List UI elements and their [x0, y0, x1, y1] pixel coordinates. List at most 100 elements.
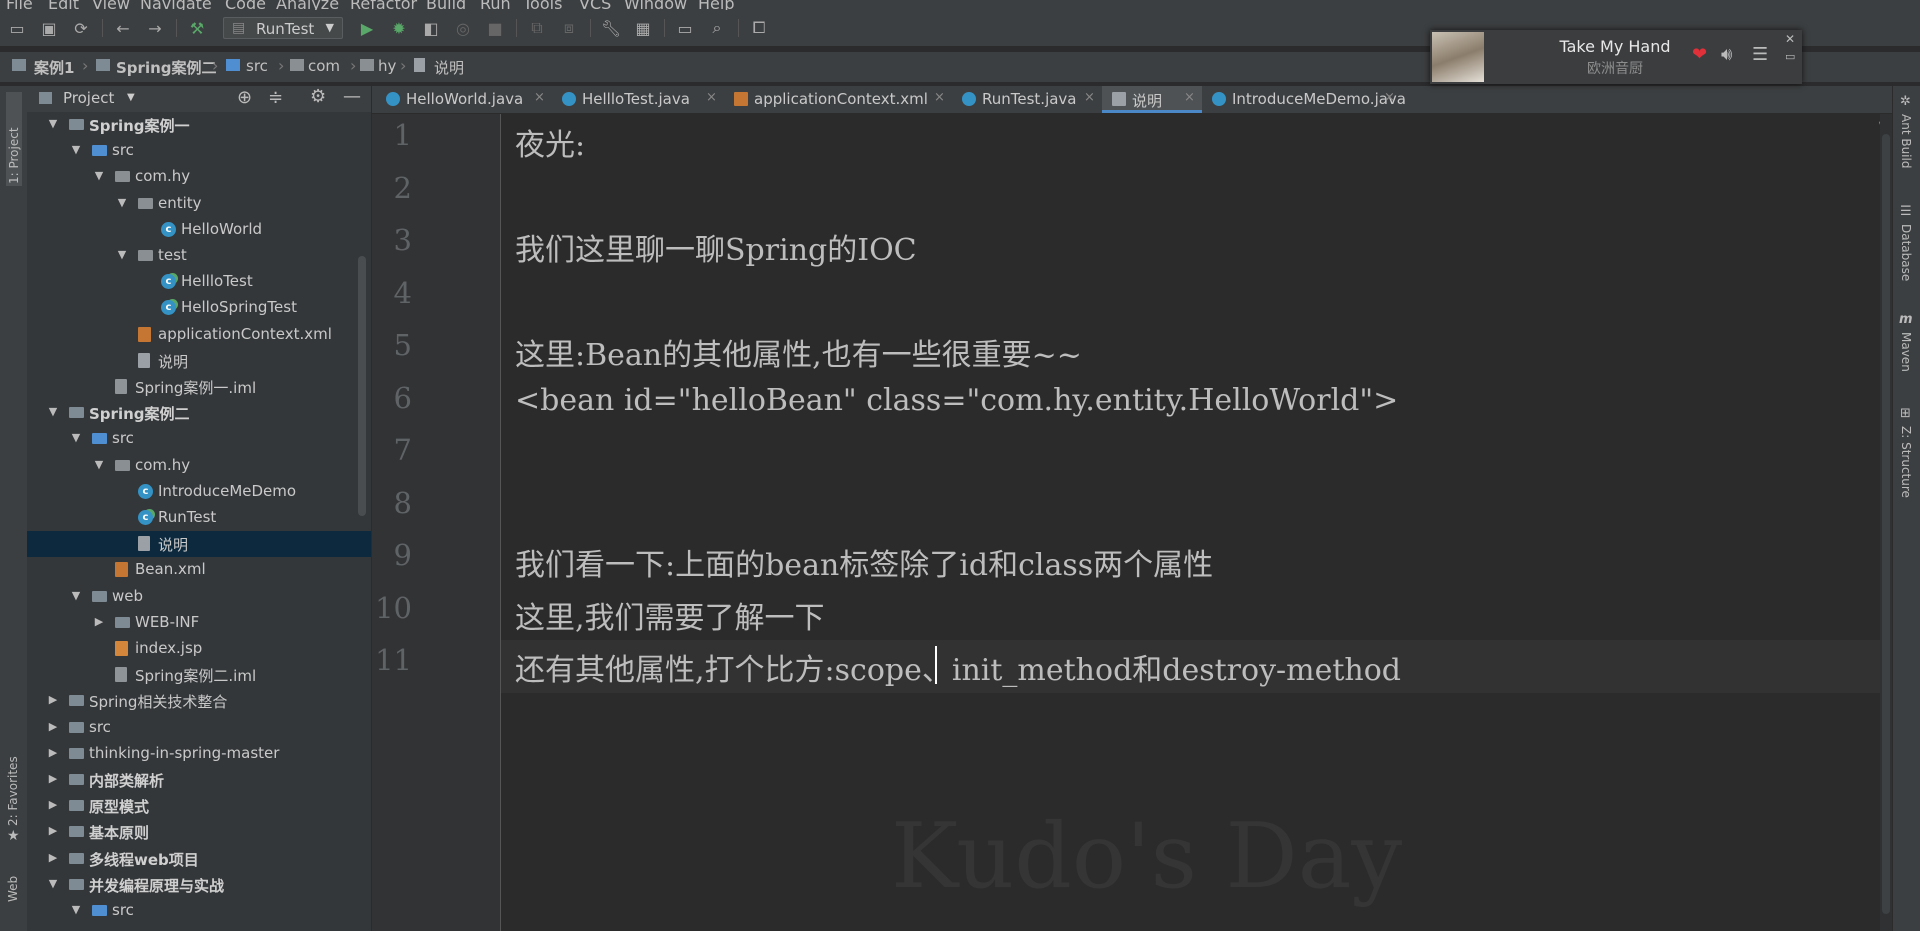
- tree-item[interactable]: Spring案例二.iml: [27, 662, 371, 688]
- tree-item[interactable]: ▼ Spring案例二: [27, 400, 371, 426]
- expand-arrow-closed-icon[interactable]: ▶: [47, 720, 59, 733]
- sync-icon[interactable]: ⟳: [70, 17, 92, 39]
- expand-arrow-closed-icon[interactable]: ▶: [47, 693, 59, 706]
- expand-arrow-open-icon[interactable]: ▼: [93, 169, 105, 182]
- expand-arrow-open-icon[interactable]: ▼: [116, 196, 128, 209]
- collapse-all-icon[interactable]: ≑: [268, 87, 283, 108]
- menu-item-vcs[interactable]: VCS: [579, 0, 611, 10]
- tree-item[interactable]: ▼ com.hy: [27, 164, 371, 190]
- expand-arrow-closed-icon[interactable]: ▶: [47, 851, 59, 864]
- tree-item[interactable]: ▼ src: [27, 898, 371, 924]
- tree-item[interactable]: c HellloTest: [27, 269, 371, 295]
- tree-item[interactable]: c RunTest: [27, 505, 371, 531]
- project-panel-scrollbar[interactable]: [358, 256, 366, 516]
- close-tab-icon[interactable]: ×: [934, 90, 945, 105]
- close-tab-icon[interactable]: ×: [1084, 90, 1095, 105]
- tab-class[interactable]: HelloWorld.java ×: [376, 86, 552, 113]
- tree-item[interactable]: ▶ src: [27, 715, 371, 741]
- tree-item[interactable]: c HelloWorld: [27, 217, 371, 243]
- breadcrumb-item[interactable]: src: [246, 57, 268, 75]
- chevron-down-icon[interactable]: ▼: [127, 92, 135, 103]
- tab-database[interactable]: Database: [1899, 224, 1913, 281]
- volume-icon[interactable]: 🔊︎: [1721, 44, 1732, 65]
- tree-item[interactable]: c IntroduceMeDemo: [27, 479, 371, 505]
- expand-arrow-closed-icon[interactable]: ▶: [47, 772, 59, 785]
- tree-item[interactable]: 说明: [27, 348, 371, 374]
- tree-item[interactable]: ▼ web: [27, 584, 371, 610]
- sdk-manager-icon[interactable]: ⧠: [748, 17, 770, 39]
- menu-item-build[interactable]: Build: [426, 0, 466, 10]
- menu-item-file[interactable]: File: [6, 0, 33, 10]
- stop-icon[interactable]: ■: [484, 17, 506, 39]
- expand-arrow-open-icon[interactable]: ▼: [116, 248, 128, 261]
- expand-arrow-open-icon[interactable]: ▼: [93, 458, 105, 471]
- expand-arrow-closed-icon[interactable]: ▶: [93, 615, 105, 628]
- open-folder-icon[interactable]: ▭: [6, 17, 28, 39]
- tab-favorites-tool[interactable]: 2: Favorites: [6, 746, 20, 826]
- tree-item[interactable]: ▼ Spring案例一: [27, 112, 371, 138]
- locate-target-icon[interactable]: ⊕: [237, 87, 252, 108]
- expand-arrow-open-icon[interactable]: ▼: [70, 903, 82, 916]
- menu-item-help[interactable]: Help: [698, 0, 734, 10]
- debug-icon[interactable]: ✹: [388, 17, 410, 39]
- tree-item[interactable]: 说明: [27, 531, 371, 558]
- tree-item[interactable]: ▼ 并发编程原理与实战: [27, 872, 371, 898]
- tree-item[interactable]: ▶ Spring相关技术整合: [27, 688, 371, 714]
- menu-item-run[interactable]: Run: [480, 0, 511, 10]
- tree-item[interactable]: ▶ 内部类解析: [27, 767, 371, 793]
- breadcrumb-item[interactable]: hy: [378, 57, 396, 75]
- tab-ant-build[interactable]: Ant Build: [1899, 114, 1913, 168]
- close-icon[interactable]: ✕: [1785, 32, 1795, 46]
- menu-item-analyze[interactable]: Analyze: [276, 0, 339, 10]
- expand-arrow-open-icon[interactable]: ▼: [47, 877, 59, 890]
- menu-item-refactor[interactable]: Refactor: [350, 0, 417, 10]
- tab-class[interactable]: IntroduceMeDemo.java ×: [1202, 86, 1406, 113]
- playlist-icon[interactable]: ☰: [1752, 44, 1768, 65]
- expand-arrow-closed-icon[interactable]: ▶: [47, 798, 59, 811]
- tree-item[interactable]: Bean.xml: [27, 557, 371, 583]
- tab-file[interactable]: 说明 ×: [1102, 86, 1202, 113]
- tree-item[interactable]: ▶ 基本原则: [27, 819, 371, 845]
- menu-item-tools[interactable]: Tools: [523, 0, 562, 10]
- tree-item[interactable]: ▶ 原型模式: [27, 793, 371, 819]
- tree-item[interactable]: ▶ thinking-in-spring-master: [27, 741, 371, 767]
- coverage-icon[interactable]: ◧: [420, 17, 442, 39]
- heart-icon[interactable]: ❤: [1692, 44, 1707, 65]
- tree-item[interactable]: ▶ 多线程web项目: [27, 846, 371, 872]
- expand-arrow-closed-icon[interactable]: ▶: [47, 746, 59, 759]
- menu-item-edit[interactable]: Edit: [48, 0, 79, 10]
- breadcrumb-item[interactable]: com: [308, 57, 340, 75]
- tree-item[interactable]: c HelloSpringTest: [27, 295, 371, 321]
- tab-test[interactable]: RunTest.java ×: [952, 86, 1102, 113]
- breadcrumb-item[interactable]: Spring案例二: [116, 57, 217, 78]
- editor-scrollbar[interactable]: [1880, 114, 1892, 931]
- editor-scrollbar-thumb[interactable]: [1882, 134, 1890, 914]
- minimize-icon[interactable]: ▭: [1785, 50, 1795, 63]
- breadcrumb-item[interactable]: 说明: [434, 57, 464, 78]
- tab-structure[interactable]: Z: Structure: [1899, 426, 1913, 498]
- tree-item[interactable]: applicationContext.xml: [27, 322, 371, 348]
- build-hammer-icon[interactable]: ⚒: [186, 17, 208, 39]
- terminal-icon[interactable]: ▭: [674, 17, 696, 39]
- expand-arrow-open-icon[interactable]: ▼: [70, 589, 82, 602]
- tree-item[interactable]: index.jsp: [27, 636, 371, 662]
- search-icon[interactable]: ⌕: [706, 17, 728, 39]
- expand-arrow-open-icon[interactable]: ▼: [70, 143, 82, 156]
- vcs-update-icon[interactable]: ⧈: [558, 17, 580, 39]
- tree-item[interactable]: ▼ entity: [27, 191, 371, 217]
- tree-item[interactable]: ▶ WEB-INF: [27, 610, 371, 636]
- expand-arrow-closed-icon[interactable]: ▶: [47, 824, 59, 837]
- back-icon[interactable]: ←: [112, 17, 134, 39]
- save-icon[interactable]: ▣: [38, 17, 60, 39]
- close-tab-icon[interactable]: ×: [1184, 90, 1195, 105]
- gear-icon[interactable]: ⚙: [310, 86, 326, 107]
- menu-item-navigate[interactable]: Navigate: [140, 0, 212, 10]
- profile-icon[interactable]: ◎: [452, 17, 474, 39]
- run-icon[interactable]: ▶: [356, 17, 378, 39]
- menu-item-window[interactable]: Window: [624, 0, 687, 10]
- vcs-icon[interactable]: ⧉: [526, 17, 548, 39]
- tree-item[interactable]: ▼ com.hy: [27, 453, 371, 479]
- expand-arrow-open-icon[interactable]: ▼: [47, 405, 59, 418]
- editor-area[interactable]: Kudo's Day 夜光: 我们这里聊一聊Spring的IOC 这里:Bean的其…: [501, 114, 1881, 931]
- tab-test[interactable]: HellloTest.java ×: [552, 86, 724, 113]
